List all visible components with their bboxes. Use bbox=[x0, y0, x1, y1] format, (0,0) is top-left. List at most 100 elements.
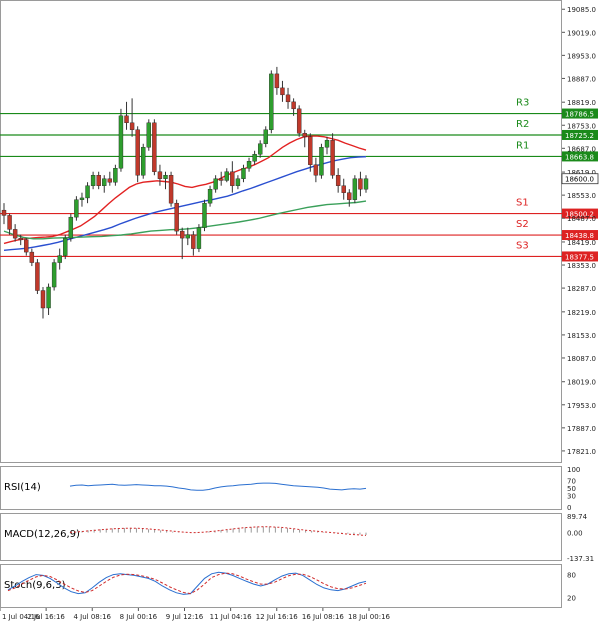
indicator-axis-label: 100 bbox=[567, 466, 580, 474]
candle-body bbox=[40, 290, 46, 309]
indicator-label: MACD(12,26,9) bbox=[4, 529, 80, 540]
candle-body bbox=[174, 202, 179, 232]
candle-body bbox=[257, 143, 263, 155]
candle-body bbox=[12, 229, 18, 239]
price-tick-label: 18019.0 bbox=[567, 379, 596, 387]
level-price-label-r1: 18663.8 bbox=[565, 153, 594, 161]
time-tick-label: 11 Jul 04:16 bbox=[210, 613, 253, 621]
candle-body bbox=[202, 202, 207, 228]
candle-body bbox=[196, 227, 202, 249]
candle-body bbox=[263, 129, 268, 144]
candle-body bbox=[85, 185, 90, 199]
chart-svg: R318786.5R218725.2R118663.8S118500.2S218… bbox=[0, 0, 599, 621]
candle-body bbox=[124, 115, 129, 124]
price-tick-label: 18553.0 bbox=[567, 192, 596, 200]
price-tick-label: 18353.0 bbox=[567, 262, 596, 270]
price-tick-label: 18153.0 bbox=[567, 332, 596, 340]
level-price-label-s3: 18377.5 bbox=[565, 253, 594, 261]
level-name-r1: R1 bbox=[516, 140, 529, 151]
level-name-r3: R3 bbox=[516, 98, 529, 109]
candle-body bbox=[313, 164, 319, 176]
candle-body bbox=[118, 115, 124, 169]
candle-body bbox=[7, 215, 12, 230]
candle-body bbox=[29, 251, 35, 263]
trading-chart[interactable]: R3 18786.5 R2 18725.2 R1 18663.8 S1 18500.2 S2 18… bbox=[0, 0, 600, 622]
candle-body bbox=[235, 178, 241, 186]
price-tick-label: 18819.0 bbox=[567, 99, 596, 107]
candle-body bbox=[79, 197, 85, 200]
time-tick-label: 12 Jul 16:16 bbox=[256, 613, 299, 621]
indicator-axis-label: -137.31 bbox=[567, 555, 594, 563]
candle-body bbox=[213, 178, 218, 190]
candle-body bbox=[341, 185, 346, 193]
level-name-r2: R2 bbox=[516, 119, 529, 130]
price-tick-label: 19019.0 bbox=[567, 29, 596, 37]
candle-body bbox=[90, 175, 96, 186]
price-tick-label: 17887.0 bbox=[567, 425, 596, 433]
time-tick-label: 18 Jul 00:16 bbox=[348, 613, 391, 621]
candle-body bbox=[335, 175, 341, 186]
price-tick-label: 18487.0 bbox=[567, 215, 596, 223]
candle-body bbox=[51, 262, 57, 288]
price-tick-label: 18219.0 bbox=[567, 309, 596, 317]
candle-body bbox=[1, 209, 7, 216]
level-price-label-r3: 18786.5 bbox=[565, 111, 594, 119]
candle-body bbox=[74, 199, 79, 218]
level-price-label-r2: 18725.2 bbox=[565, 132, 594, 140]
candle-body bbox=[191, 234, 196, 249]
candle-body bbox=[146, 122, 152, 148]
candle-body bbox=[224, 171, 229, 181]
candle-body bbox=[24, 239, 29, 253]
candle-body bbox=[285, 94, 291, 103]
candle-body bbox=[63, 237, 68, 256]
candle-body bbox=[152, 122, 157, 172]
price-tick-label: 18753.0 bbox=[567, 122, 596, 130]
price-tick-label: 18953.0 bbox=[567, 52, 596, 60]
panel-frame-3 bbox=[0, 564, 562, 608]
candle-body bbox=[308, 136, 313, 165]
price-tick-label: 17953.0 bbox=[567, 402, 596, 410]
price-tick-label: 19085.0 bbox=[567, 6, 596, 14]
price-tick-label: 17821.0 bbox=[567, 448, 596, 456]
candle-body bbox=[269, 73, 274, 130]
candle-body bbox=[168, 175, 174, 204]
time-axis: 1 Jul 04:162 Jul 16:16 4 Jul 08:16 8 Jul 0… bbox=[0, 608, 391, 621]
candle-body bbox=[252, 154, 257, 162]
candle-body bbox=[246, 161, 252, 169]
candle-body bbox=[230, 171, 235, 186]
candle-body bbox=[358, 178, 363, 190]
indicator-axis-label: 0 bbox=[567, 504, 571, 512]
candle-body bbox=[324, 140, 330, 148]
candle-body bbox=[207, 188, 213, 204]
candle-body bbox=[218, 178, 224, 181]
time-tick-label: 4 Jul 08:16 bbox=[73, 613, 111, 621]
indicator-axis-label: 20 bbox=[567, 594, 576, 602]
candle-body bbox=[280, 87, 285, 96]
candle-body bbox=[241, 168, 246, 179]
panel-frame-2 bbox=[0, 513, 562, 561]
level-name-s2: S2 bbox=[516, 219, 529, 230]
indicator-label: RSI(14) bbox=[4, 482, 41, 493]
time-tick-label: 9 Jul 12:16 bbox=[166, 613, 204, 621]
candle-body bbox=[18, 237, 23, 241]
candle-body bbox=[102, 178, 107, 186]
candle-body bbox=[274, 73, 280, 89]
level-name-s1: S1 bbox=[516, 198, 529, 209]
candle-body bbox=[185, 234, 190, 239]
indicator-axis-label: 0.00 bbox=[567, 530, 583, 538]
candle-body bbox=[107, 178, 113, 183]
price-tick-label: 18287.0 bbox=[567, 285, 596, 293]
candle-body bbox=[129, 122, 135, 130]
candle-body bbox=[35, 262, 40, 291]
price-tick-label: 18887.0 bbox=[567, 75, 596, 83]
panel-frame-0 bbox=[0, 0, 562, 463]
candle-body bbox=[330, 140, 335, 176]
candle-body bbox=[135, 129, 140, 176]
indicator-axis-label: 89.74 bbox=[567, 513, 588, 521]
time-tick-label: 8 Jul 00:16 bbox=[120, 613, 158, 621]
candle-body bbox=[46, 286, 51, 309]
candle-body bbox=[319, 147, 324, 176]
candle-body bbox=[113, 168, 118, 183]
candle-body bbox=[180, 230, 185, 239]
indicator-axis-label: 30 bbox=[567, 493, 576, 501]
